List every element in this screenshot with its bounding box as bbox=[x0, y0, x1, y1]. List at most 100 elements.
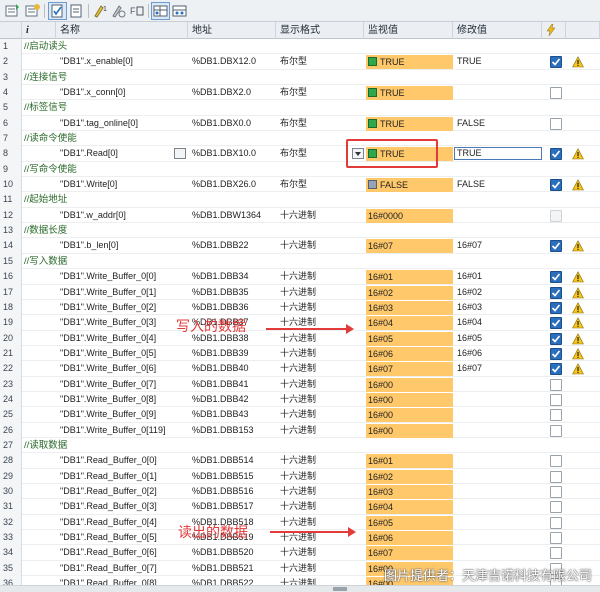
modify-enable-checkbox[interactable] bbox=[550, 532, 562, 544]
group-comment[interactable]: //标签信号 bbox=[24, 100, 67, 115]
row-number[interactable]: 13 bbox=[0, 223, 22, 239]
row-number[interactable]: 1 bbox=[0, 39, 22, 55]
modify-value[interactable]: FALSE bbox=[457, 177, 543, 192]
tag-name[interactable]: "DB1".Write_Buffer_0[119] bbox=[60, 423, 175, 438]
modify-value[interactable]: 16#04 bbox=[457, 315, 543, 330]
modify-enable-header[interactable] bbox=[542, 22, 566, 39]
row-number[interactable]: 19 bbox=[0, 315, 22, 331]
group-comment-row[interactable]: 15//写入数据 bbox=[0, 253, 600, 270]
tag-name[interactable]: "DB1".Write_Buffer_0[7] bbox=[60, 377, 175, 392]
group-comment[interactable]: //写入数据 bbox=[24, 254, 67, 269]
tag-address[interactable]: %DB1.DBX0.0 bbox=[192, 116, 276, 131]
tag-address[interactable]: %DB1.DBX10.0 bbox=[192, 146, 276, 161]
tag-address[interactable]: %DB1.DBB515 bbox=[192, 469, 276, 484]
tag-name[interactable]: "DB1".Write_Buffer_0[8] bbox=[60, 392, 175, 407]
group-comment-row[interactable]: 13//数据长度 bbox=[0, 223, 600, 239]
tag-address[interactable]: %DB1.DBB22 bbox=[192, 238, 276, 253]
table-row[interactable]: 2 "DB1".x_enable[0] %DB1.DBX12.0 布尔型 TRUE TRU… bbox=[0, 54, 600, 70]
modify-value[interactable] bbox=[457, 515, 543, 530]
row-number[interactable]: 7 bbox=[0, 131, 22, 147]
display-format[interactable]: 十六进制 bbox=[280, 392, 364, 407]
tag-address[interactable]: %DB1.DBB521 bbox=[192, 561, 276, 576]
group-comment[interactable]: //写命令使能 bbox=[24, 162, 77, 177]
force-icon[interactable]: F bbox=[128, 3, 145, 19]
tag-name[interactable]: "DB1".Read[0] bbox=[60, 146, 175, 161]
modify-enable-checkbox[interactable] bbox=[550, 393, 562, 406]
modify-value[interactable]: 16#06 bbox=[457, 346, 543, 361]
row-number[interactable]: 11 bbox=[0, 192, 22, 208]
group-comment[interactable]: //连接信号 bbox=[24, 70, 67, 85]
row-number[interactable]: 6 bbox=[0, 115, 22, 132]
address-header[interactable]: 地址 bbox=[188, 22, 276, 39]
modify-enable-checkbox[interactable] bbox=[550, 547, 562, 560]
display-format[interactable]: 十六进制 bbox=[280, 499, 364, 514]
tag-name[interactable]: "DB1".Read_Buffer_0[7] bbox=[60, 561, 175, 576]
row-number[interactable]: 3 bbox=[0, 69, 22, 86]
modify-value[interactable]: 16#03 bbox=[457, 300, 543, 315]
modify-enable-checkbox[interactable] bbox=[550, 317, 562, 330]
tag-name[interactable]: "DB1".Read_Buffer_0[1] bbox=[60, 469, 175, 484]
tag-address[interactable]: %DB1.DBX26.0 bbox=[192, 177, 276, 192]
modify-enable-checkbox[interactable] bbox=[550, 271, 562, 284]
display-format[interactable]: 布尔型 bbox=[280, 54, 364, 69]
group-comment[interactable]: //启动读头 bbox=[24, 39, 67, 54]
tag-name[interactable]: "DB1".x_conn[0] bbox=[60, 85, 175, 100]
tag-name[interactable]: "DB1".Write_Buffer_0[9] bbox=[60, 407, 175, 422]
table-row[interactable]: 17 "DB1".Write_Buffer_0[1] %DB1.DBB35 十六进制 1… bbox=[0, 284, 600, 300]
show-modify-columns-icon[interactable] bbox=[151, 2, 170, 20]
row-number[interactable]: 12 bbox=[0, 207, 22, 224]
group-comment[interactable]: //起始地址 bbox=[24, 192, 67, 207]
tag-name[interactable]: "DB1".Read_Buffer_0[2] bbox=[60, 484, 175, 499]
tag-name[interactable]: "DB1".Read_Buffer_0[5] bbox=[60, 530, 175, 545]
row-number[interactable]: 28 bbox=[0, 453, 22, 469]
tag-name[interactable]: "DB1".Read_Buffer_0[3] bbox=[60, 499, 175, 514]
modify-enable-checkbox[interactable] bbox=[550, 209, 562, 222]
table-row[interactable]: 22 "DB1".Write_Buffer_0[6] %DB1.DBB40 十六进制 1… bbox=[0, 361, 600, 377]
display-format[interactable]: 十六进制 bbox=[280, 346, 364, 361]
modify-value[interactable]: 16#07 bbox=[457, 238, 543, 253]
display-format[interactable]: 十六进制 bbox=[280, 377, 364, 392]
modify-value[interactable]: 16#07 bbox=[457, 361, 543, 376]
tag-address[interactable]: %DB1.DBW1364 bbox=[192, 208, 276, 223]
tag-address[interactable]: %DB1.DBB41 bbox=[192, 377, 276, 392]
name-header[interactable]: 名称 bbox=[56, 22, 188, 39]
row-number[interactable]: 18 bbox=[0, 299, 22, 316]
row-number[interactable]: 15 bbox=[0, 253, 22, 270]
display-format[interactable]: 十六进制 bbox=[280, 238, 364, 253]
tag-address[interactable]: %DB1.DBB517 bbox=[192, 499, 276, 514]
row-number[interactable]: 34 bbox=[0, 545, 22, 561]
modify-enable-checkbox[interactable] bbox=[550, 501, 562, 514]
modify-enable-checkbox[interactable] bbox=[550, 117, 562, 130]
modify-value[interactable] bbox=[457, 499, 543, 514]
modify-value[interactable]: 16#01 bbox=[457, 269, 543, 284]
row-number[interactable]: 27 bbox=[0, 437, 22, 454]
row-number[interactable]: 14 bbox=[0, 238, 22, 254]
group-comment[interactable]: //读命令使能 bbox=[24, 131, 77, 146]
modify-enable-checkbox[interactable] bbox=[550, 470, 562, 483]
modify-enable-checkbox[interactable] bbox=[550, 148, 562, 161]
tag-name[interactable]: "DB1".Write_Buffer_0[2] bbox=[60, 300, 175, 315]
modify-value[interactable]: 16#02 bbox=[457, 285, 543, 300]
modify-value[interactable] bbox=[457, 208, 543, 223]
table-row[interactable]: 26 "DB1".Write_Buffer_0[119] %DB1.DBB153 十六… bbox=[0, 422, 600, 438]
display-format[interactable]: 十六进制 bbox=[280, 285, 364, 300]
modify-value[interactable]: 16#05 bbox=[457, 331, 543, 346]
modify-value[interactable] bbox=[457, 392, 543, 407]
table-row[interactable]: 24 "DB1".Write_Buffer_0[8] %DB1.DBB42 十六进制 1… bbox=[0, 391, 600, 408]
scrollbar-thumb[interactable] bbox=[333, 587, 347, 591]
group-comment[interactable]: //数据长度 bbox=[24, 223, 67, 238]
modify-value-input[interactable]: TRUE bbox=[454, 147, 542, 161]
group-comment-row[interactable]: 5//标签信号 bbox=[0, 100, 600, 116]
modify-value[interactable] bbox=[457, 484, 543, 499]
table-row[interactable]: 25 "DB1".Write_Buffer_0[9] %DB1.DBB43 十六进制 1… bbox=[0, 407, 600, 423]
modify-enable-checkbox[interactable] bbox=[550, 179, 562, 192]
table-row[interactable]: 12 "DB1".w_addr[0] %DB1.DBW1364 十六进制 16#0000 bbox=[0, 207, 600, 224]
group-comment-row[interactable]: 3//连接信号 bbox=[0, 69, 600, 86]
display-format[interactable]: 布尔型 bbox=[280, 85, 364, 100]
display-format[interactable]: 十六进制 bbox=[280, 453, 364, 468]
modify-value-header[interactable]: 修改值 bbox=[453, 22, 542, 39]
table-row[interactable]: 34 "DB1".Read_Buffer_0[6] %DB1.DBB520 十六进制 1… bbox=[0, 545, 600, 561]
tag-address[interactable]: %DB1.DBB520 bbox=[192, 545, 276, 560]
row-number[interactable]: 8 bbox=[0, 146, 22, 162]
modify-trigger-icon[interactable] bbox=[110, 3, 127, 19]
